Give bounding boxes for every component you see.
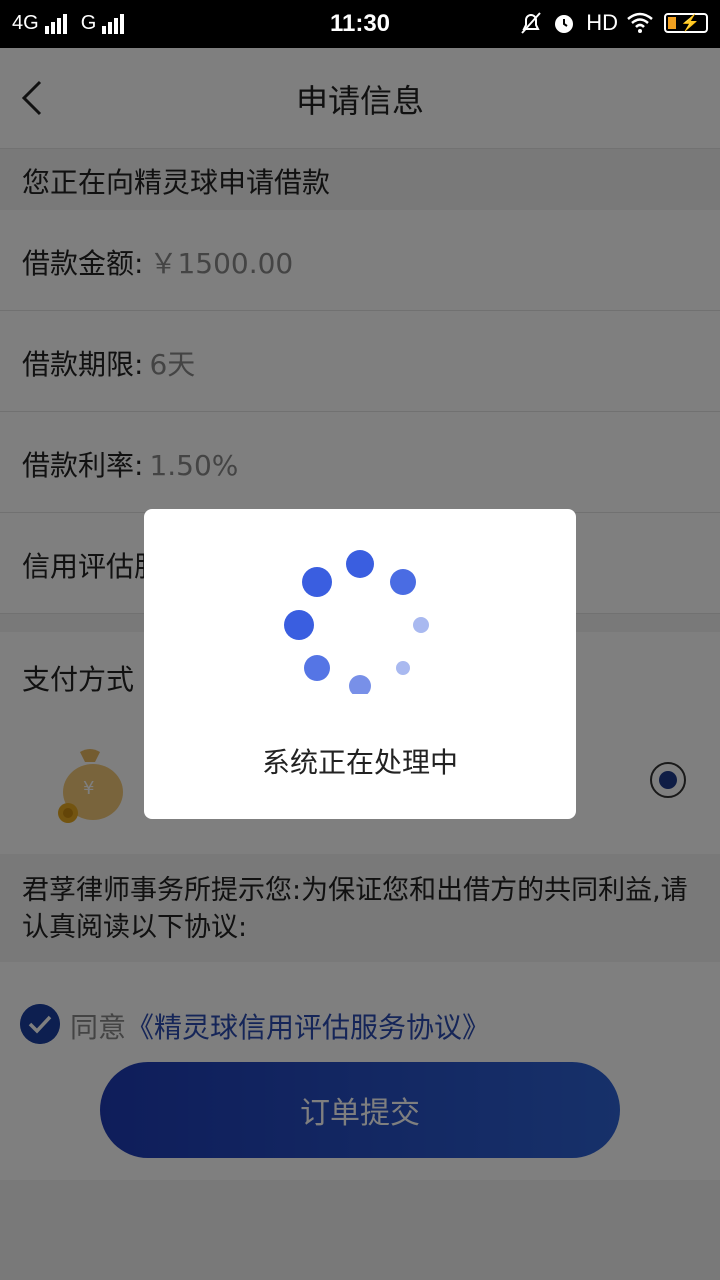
mute-bell-icon [521,12,541,34]
wifi-icon [627,12,653,33]
status-bar: 4G G 11:30 HD ⚡ [0,0,720,48]
loading-dialog: 系统正在处理中 [144,509,576,819]
hd-label: HD [586,10,618,35]
battery-icon: ⚡ [664,13,708,33]
dialog-message: 系统正在处理中 [261,746,458,779]
status-icons: HD ⚡ [520,10,708,36]
loading-spinner-icon [284,550,429,694]
alarm-icon [555,15,574,33]
